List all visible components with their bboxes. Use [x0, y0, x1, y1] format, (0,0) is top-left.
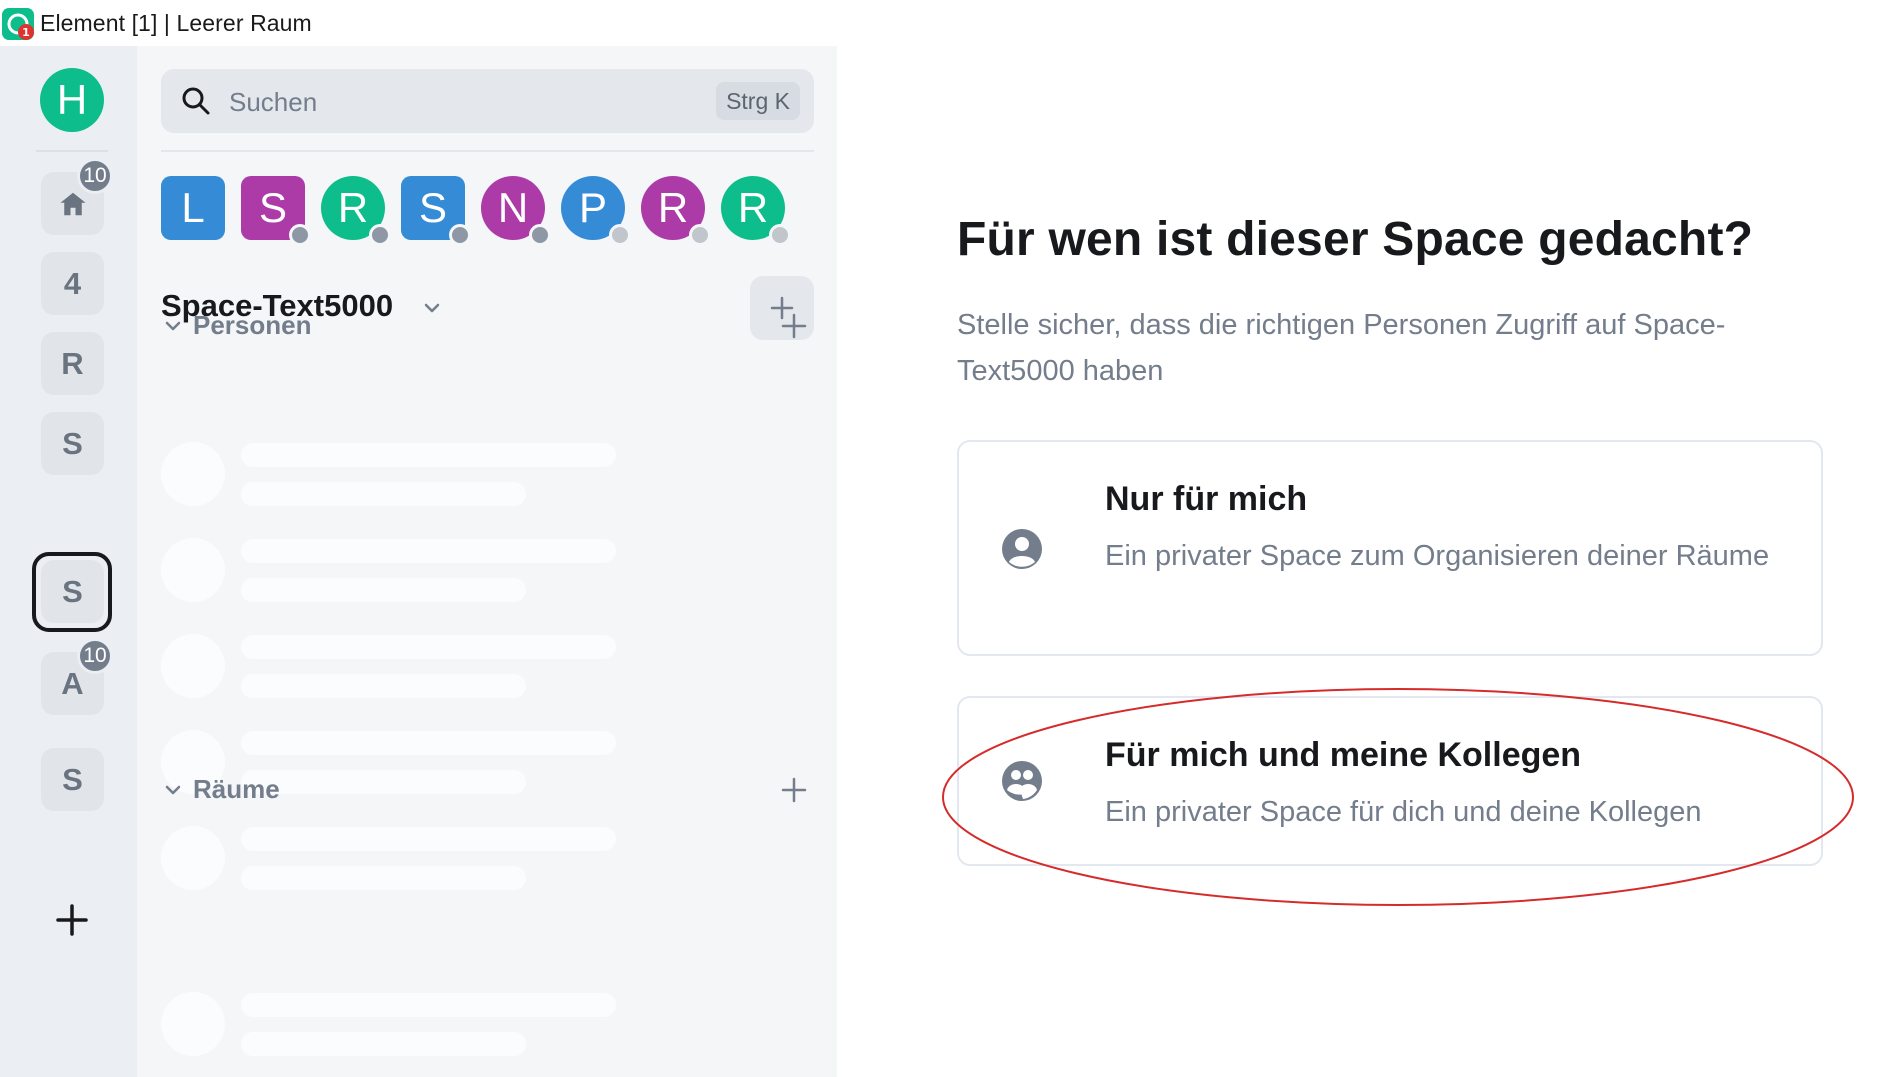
search-bar[interactable]: Suchen Strg K — [161, 69, 814, 133]
space-item-r[interactable]: R — [41, 332, 104, 395]
space-item-s-2[interactable]: S — [41, 748, 104, 811]
skeleton-line — [241, 1032, 526, 1056]
option-title: Für mich und meine Kollegen — [1105, 736, 1582, 774]
create-space-dialog: Für wen ist dieser Space gedacht? Stelle… — [837, 46, 1887, 1077]
skeleton-line — [241, 674, 526, 698]
avatar-letter: R — [657, 184, 689, 231]
element-app-icon: 1 — [2, 8, 34, 40]
recent-dm-avatar[interactable]: N — [481, 176, 551, 246]
space-item-a-letter: A — [61, 665, 84, 701]
room-list-panel: Suchen Strg K LSRSNPRR Space-Text5000 Pe… — [137, 46, 837, 1077]
skeleton-line — [241, 866, 526, 890]
option-just-me[interactable]: Nur für mich Ein privater Space zum Orga… — [957, 440, 1823, 656]
home-icon — [60, 192, 85, 215]
search-placeholder: Suchen — [229, 87, 318, 117]
svg-text:1: 1 — [22, 26, 30, 39]
skeleton-avatar — [161, 442, 225, 506]
window-titlebar: 1 Element [1] | Leerer Raum — [0, 0, 1887, 46]
skeleton-line — [241, 539, 616, 563]
group-icon — [1002, 761, 1042, 801]
space-item-a[interactable]: A 10 — [41, 638, 113, 715]
person-icon — [1002, 529, 1042, 569]
recent-dm-avatar[interactable]: P — [561, 176, 631, 246]
option-description: Ein privater Space zum Organisieren dein… — [1105, 540, 1770, 572]
unread-badge: 10 — [77, 158, 113, 194]
section-people-label: Personen — [193, 310, 312, 340]
avatar-letter: P — [578, 184, 607, 231]
recent-dm-avatar[interactable]: R — [321, 176, 391, 246]
create-space-plus-icon[interactable] — [52, 900, 92, 940]
avatar-letter: S — [418, 184, 447, 231]
skeleton-avatar — [161, 992, 225, 1056]
section-rooms-label: Räume — [193, 774, 280, 804]
window-title: Element [1] | Leerer Raum — [40, 10, 312, 36]
avatar-letter: S — [258, 184, 287, 231]
skeleton-avatar — [161, 538, 225, 602]
home-button[interactable]: 10 — [41, 158, 113, 235]
presence-indicator — [609, 224, 631, 246]
section-rooms-header[interactable]: Räume — [161, 772, 814, 808]
skeleton-avatar — [161, 634, 225, 698]
option-title: Nur für mich — [1105, 480, 1308, 518]
skeleton-line — [241, 827, 616, 851]
avatar-letter: N — [497, 184, 529, 231]
globe-icon — [529, 224, 551, 246]
search-shortcut: Strg K — [716, 82, 800, 120]
skeleton-line — [241, 993, 616, 1017]
add-room-plus-icon[interactable] — [780, 776, 808, 804]
page-title: Für wen ist dieser Space gedacht? — [957, 213, 1754, 266]
recent-dm-avatar[interactable]: R — [641, 176, 711, 246]
presence-indicator — [769, 224, 791, 246]
space-bar: H 10 4 R S S A 10 S — [0, 46, 137, 1077]
spacebar-divider — [36, 150, 108, 152]
option-me-and-colleagues[interactable]: Für mich und meine Kollegen Ein privater… — [957, 696, 1823, 866]
skeleton-line — [241, 482, 526, 506]
globe-icon — [369, 224, 391, 246]
chevron-down-icon[interactable] — [161, 778, 185, 802]
skeleton-line — [241, 443, 616, 467]
chevron-down-icon[interactable] — [161, 314, 185, 338]
add-person-plus-icon[interactable] — [780, 312, 808, 340]
presence-indicator — [689, 224, 711, 246]
skeleton-line — [241, 731, 616, 755]
recent-dm-avatar[interactable]: L — [161, 176, 225, 240]
skeleton-line — [241, 635, 616, 659]
globe-icon — [289, 224, 311, 246]
skeleton-avatar — [161, 826, 225, 890]
recent-dm-avatar[interactable]: S — [241, 176, 311, 246]
unread-badge: 10 — [77, 638, 113, 674]
section-people-header[interactable]: Personen — [161, 308, 814, 344]
user-avatar[interactable]: H — [40, 68, 104, 132]
space-item-4[interactable]: 4 — [41, 252, 104, 315]
page-subtitle: Stelle sicher, dass die richtigen Person… — [957, 309, 1726, 387]
avatar-letter: R — [337, 184, 369, 231]
recent-dm-avatar[interactable]: S — [401, 176, 471, 246]
avatar-letter: R — [737, 184, 769, 231]
search-icon — [182, 87, 210, 115]
roomlist-divider — [161, 150, 814, 152]
option-description: Ein privater Space für dich und deine Ko… — [1105, 796, 1702, 828]
avatar-letter: L — [181, 184, 205, 231]
skeleton-line — [241, 578, 526, 602]
recent-dm-avatar[interactable]: R — [721, 176, 791, 246]
space-item-s-selected[interactable]: S — [41, 560, 104, 623]
space-item-s[interactable]: S — [41, 412, 104, 475]
globe-icon — [449, 224, 471, 246]
